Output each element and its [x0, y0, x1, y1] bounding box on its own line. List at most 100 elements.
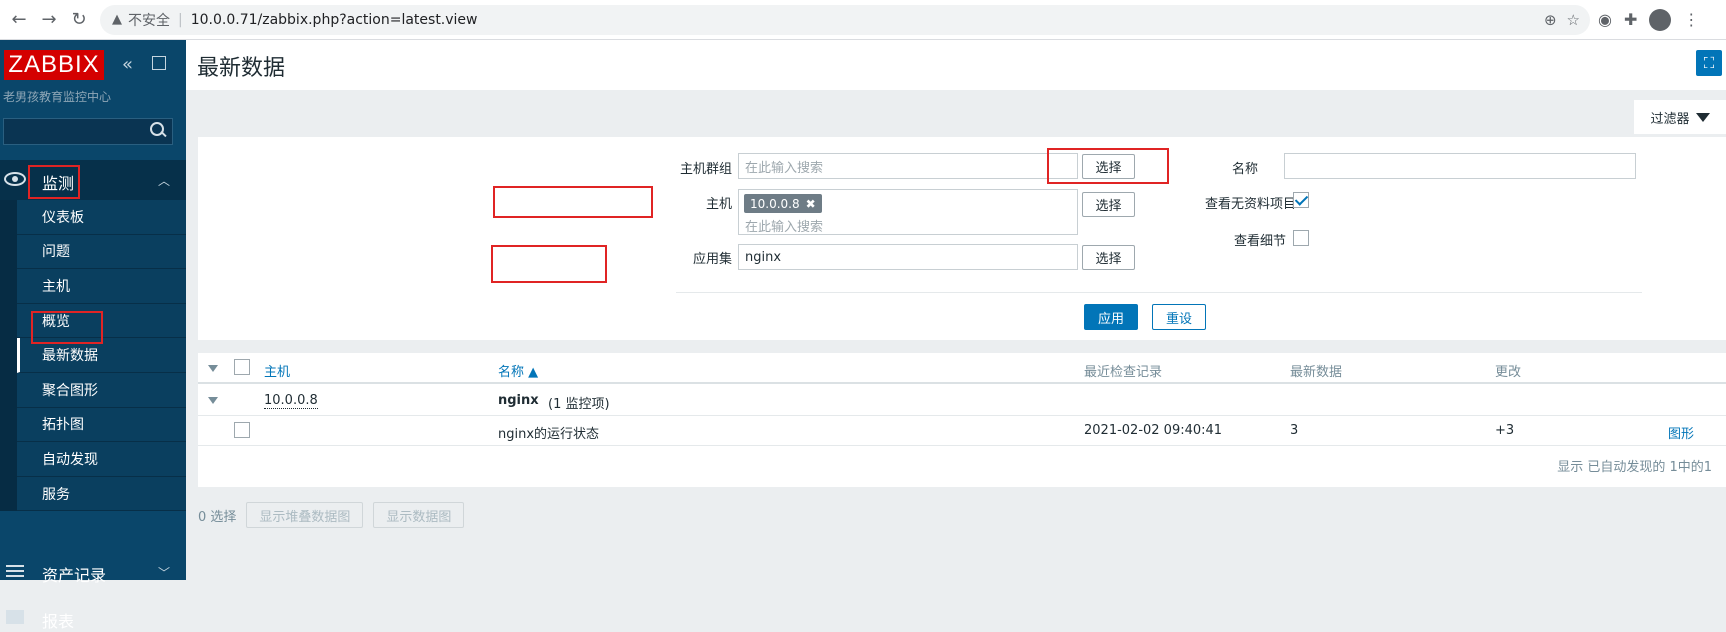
- item-name: nginx的运行状态: [498, 427, 600, 442]
- search-icon[interactable]: [150, 122, 166, 138]
- remove-tag-icon[interactable]: ✖: [806, 197, 816, 211]
- menu-reports-label: 报表: [42, 612, 75, 631]
- zabbix-logo[interactable]: ZABBIX: [4, 50, 104, 80]
- reset-button[interactable]: 重设: [1152, 304, 1206, 330]
- extension-icon[interactable]: ◉: [1598, 10, 1612, 29]
- menu-inventory-label: 资产记录: [42, 566, 107, 585]
- application-input[interactable]: nginx: [738, 244, 1078, 270]
- selected-count: 0 选择: [198, 509, 237, 525]
- host-group-label: 主机群组: [679, 162, 732, 177]
- host-group-input[interactable]: 在此输入搜索: [738, 153, 1078, 179]
- group-app-name: nginx: [498, 393, 539, 408]
- funnel-icon: [1695, 112, 1710, 122]
- filter-tab-label: 过滤器: [1650, 111, 1690, 127]
- fullscreen-icon: ⛶: [1703, 54, 1715, 72]
- menu-monitoring-label: 监测: [42, 174, 75, 193]
- sidebar-item-problems[interactable]: 问题: [17, 235, 186, 270]
- sidebar-item-maps[interactable]: 拓扑图: [17, 408, 186, 443]
- collapse-all-icon[interactable]: [208, 365, 218, 372]
- group-host-link[interactable]: 10.0.0.8: [264, 393, 318, 409]
- latest-data-table: 主机 名称 ▲ 最近检查记录 最新数据 更改 10.0.0.8 nginx (1…: [198, 353, 1726, 487]
- host-select-button[interactable]: 选择: [1082, 192, 1135, 217]
- monitoring-submenu: 仪表板 问题 主机 概览 最新数据 聚合图形 拓扑图 自动发现 服务: [17, 200, 186, 512]
- address-bar[interactable]: ▲ 不安全 | 10.0.0.71/zabbix.php?action=late…: [100, 4, 1590, 35]
- sidebar-item-discovery[interactable]: 自动发现: [17, 442, 186, 477]
- main-content: 最新数据 ⛶ 过滤器 主机群组 在此输入搜索 选择 主机 10.0.0.8 ✖ …: [186, 40, 1726, 580]
- item-graph-link[interactable]: 图形: [1668, 423, 1694, 442]
- sidebar-item-latest-data[interactable]: 最新数据: [17, 338, 186, 373]
- name-input[interactable]: [1284, 153, 1636, 179]
- column-name[interactable]: 名称 ▲: [498, 361, 538, 380]
- stacked-graph-button[interactable]: 显示堆叠数据图: [246, 502, 364, 528]
- menu-monitoring[interactable]: 监测 ︿: [0, 160, 186, 200]
- table-group-row: 10.0.0.8 nginx (1 监控项): [198, 386, 1726, 416]
- column-change: 更改: [1495, 365, 1522, 380]
- host-tag[interactable]: 10.0.0.8 ✖: [744, 194, 822, 213]
- row-checkbox[interactable]: [234, 422, 250, 438]
- menu-inventory[interactable]: 资产记录 ﹀: [0, 552, 186, 592]
- forward-icon[interactable]: →: [34, 5, 64, 35]
- list-icon: [6, 565, 24, 577]
- browser-toolbar: ← → ↻ ▲ 不安全 | 10.0.0.71/zabbix.php?actio…: [0, 0, 1726, 40]
- back-icon[interactable]: ←: [4, 5, 34, 35]
- sidebar-item-hosts[interactable]: 主机: [17, 269, 186, 304]
- sidebar-item-services[interactable]: 服务: [17, 477, 186, 512]
- bookmark-star-icon[interactable]: ☆: [1567, 11, 1580, 29]
- security-label: 不安全: [128, 12, 170, 29]
- sidebar-search-input[interactable]: [3, 118, 173, 145]
- column-last-value: 最新数据: [1290, 365, 1343, 380]
- name-label: 名称: [1231, 162, 1258, 177]
- reload-icon[interactable]: ↻: [64, 5, 94, 35]
- item-last-check: 2021-02-02 09:40:41: [1084, 423, 1223, 438]
- item-last-value: 3: [1290, 423, 1299, 438]
- sidebar-item-dashboard[interactable]: 仪表板: [17, 200, 186, 235]
- column-last-check: 最近检查记录: [1084, 365, 1163, 380]
- show-without-data-checkbox[interactable]: [1293, 192, 1309, 208]
- menu-reports[interactable]: 报表: [0, 600, 186, 631]
- chevron-up-icon: ︿: [157, 174, 170, 188]
- select-all-checkbox[interactable]: [234, 359, 250, 375]
- item-change: +3: [1495, 423, 1515, 438]
- application-select-button[interactable]: 选择: [1082, 245, 1135, 270]
- warning-icon: ▲: [112, 12, 122, 27]
- sidebar: ZABBIX « 老男孩教育监控中心 监测 ︿ 仪表板 问题 主机 概览 最新数…: [0, 40, 186, 631]
- show-details-checkbox[interactable]: [1293, 230, 1309, 246]
- page-header: 最新数据 ⛶: [186, 40, 1726, 90]
- application-value: nginx: [745, 249, 782, 265]
- host-placeholder: 在此输入搜索: [745, 220, 824, 235]
- application-label: 应用集: [692, 252, 732, 267]
- host-label: 主机: [705, 197, 732, 212]
- host-multiselect[interactable]: 10.0.0.8 ✖ 在此输入搜索: [738, 189, 1078, 235]
- show-without-data-label: 查看无资料项目: [1204, 197, 1296, 212]
- host-group-placeholder: 在此输入搜索: [745, 160, 824, 176]
- chevron-down-icon: ﹀: [157, 566, 170, 580]
- eye-icon: [4, 172, 26, 186]
- host-group-select-button[interactable]: 选择: [1082, 154, 1135, 179]
- filter-tab[interactable]: 过滤器: [1634, 100, 1726, 134]
- group-item-count: (1 监控项): [548, 397, 610, 412]
- host-tag-label: 10.0.0.8: [750, 196, 800, 211]
- table-footer: 显示 已自动发现的 1中的1: [1557, 460, 1712, 475]
- table-header: 主机 名称 ▲ 最近检查记录 最新数据 更改: [198, 353, 1726, 384]
- fullscreen-button[interactable]: ⛶: [1696, 50, 1722, 76]
- show-details-label: 查看细节: [1233, 234, 1286, 249]
- sidebar-item-overview[interactable]: 概览: [17, 304, 186, 339]
- column-host[interactable]: 主机: [264, 361, 290, 380]
- table-row: nginx的运行状态 2021-02-02 09:40:41 3 +3 图形: [198, 416, 1726, 446]
- browser-menu-icon[interactable]: ⋮: [1683, 10, 1699, 29]
- apply-button[interactable]: 应用: [1084, 304, 1138, 330]
- filter-panel: 主机群组 在此输入搜索 选择 主机 10.0.0.8 ✖ 在此输入搜索 选择 应…: [198, 137, 1726, 340]
- profile-avatar[interactable]: [1649, 8, 1672, 31]
- sidebar-item-screens[interactable]: 聚合图形: [17, 373, 186, 408]
- report-icon: [6, 610, 24, 624]
- page-title: 最新数据: [197, 56, 286, 81]
- url-text[interactable]: 10.0.0.71/zabbix.php?action=latest.view: [191, 12, 478, 28]
- server-name: 老男孩教育监控中心: [3, 90, 112, 104]
- collapse-sidebar-icon[interactable]: «: [122, 54, 133, 75]
- puzzle-icon[interactable]: ✚: [1624, 10, 1637, 29]
- zoom-icon[interactable]: ⊕: [1544, 11, 1557, 29]
- action-bar: 0 选择 显示堆叠数据图 显示数据图: [198, 502, 465, 528]
- graph-button[interactable]: 显示数据图: [373, 502, 465, 528]
- collapse-group-icon[interactable]: [208, 397, 218, 404]
- kiosk-mode-icon[interactable]: [152, 56, 166, 70]
